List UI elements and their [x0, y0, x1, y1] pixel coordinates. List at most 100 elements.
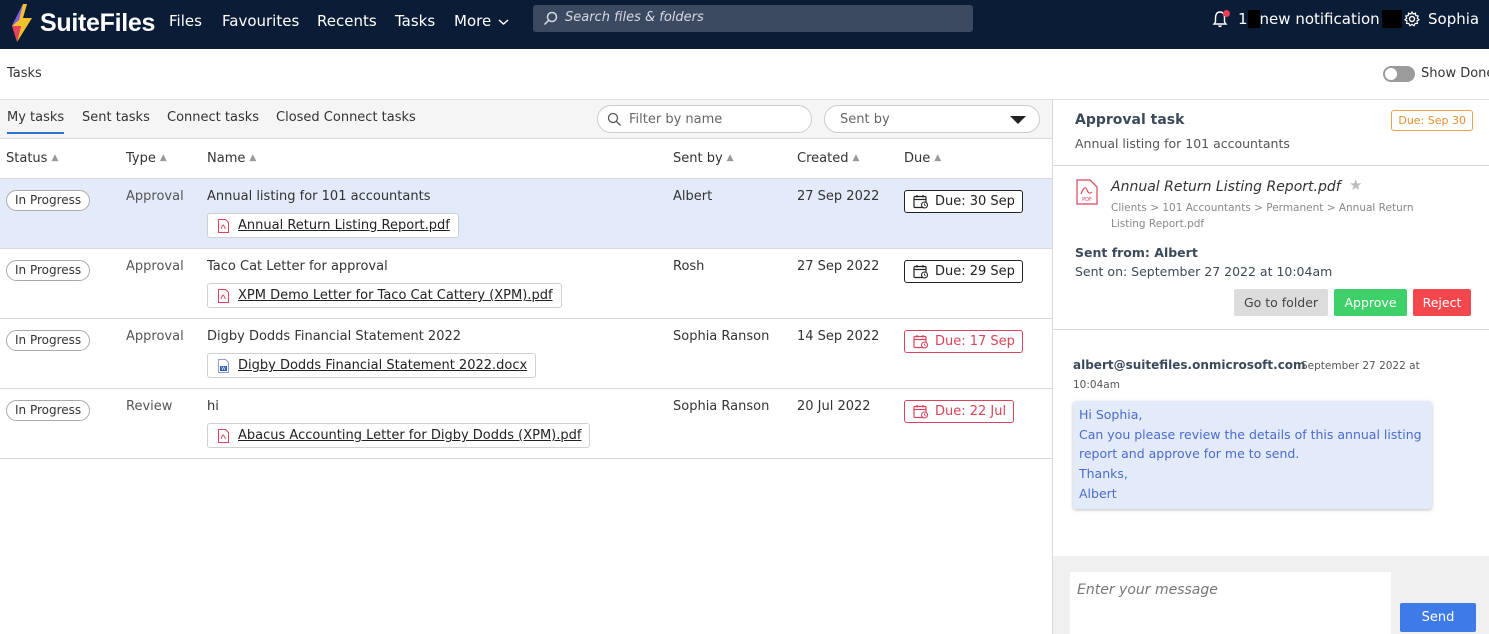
pdf-file-icon — [218, 218, 229, 233]
suitefiles-logo[interactable]: SuiteFiles — [10, 3, 155, 43]
nav-tasks[interactable]: Tasks — [395, 12, 435, 30]
sort-arrow-icon: ▲ — [159, 153, 167, 163]
tab-sent-tasks[interactable]: Sent tasks — [82, 110, 150, 132]
message-line: Hi Sophia, — [1079, 407, 1143, 422]
due-date: Due: 17 Sep — [935, 334, 1015, 349]
column-sent-by[interactable]: Sent by ▲ — [673, 151, 734, 166]
svg-text:W: W — [221, 366, 226, 372]
table-header: Status ▲ Type ▲ Name ▲ Sent by ▲ Created ▲ Du… — [0, 139, 1053, 179]
table-row[interactable]: In Progress Approval Annual listing for … — [0, 179, 1053, 249]
table-row[interactable]: In Progress Review hi Abacus Accounting … — [0, 389, 1053, 459]
created-date: 14 Sep 2022 — [797, 329, 880, 344]
nav-more-label: More — [454, 12, 492, 30]
send-button[interactable]: Send — [1400, 603, 1476, 632]
message-placeholder: Enter your message — [1077, 582, 1218, 598]
nav-favourites[interactable]: Favourites — [222, 12, 299, 30]
message-line: report and approve for me to send. — [1079, 446, 1300, 462]
message-input[interactable]: Enter your message — [1070, 572, 1391, 634]
app-name: SuiteFiles — [40, 8, 156, 37]
task-type: Review — [126, 399, 173, 414]
file-link[interactable]: W Digby Dodds Financial Statement 2022.d… — [207, 353, 537, 378]
global-search-input[interactable]: Search files & folders — [533, 5, 973, 32]
svg-text:PDF: PDF — [1082, 197, 1092, 203]
status-badge: In Progress — [6, 190, 91, 211]
search-placeholder: Search files & folders — [565, 10, 704, 25]
notification-count: 1 — [1238, 10, 1248, 28]
task-detail-panel: Approval task Annual listing for 101 acc… — [1052, 100, 1489, 634]
notifications-button[interactable]: 1 new notification — [1212, 9, 1402, 29]
notification-text: new notification — [1259, 10, 1380, 28]
calendar-icon — [913, 405, 929, 419]
column-due[interactable]: Due ▲ — [904, 151, 941, 166]
sort-arrow-icon: ▲ — [726, 153, 734, 163]
nav-more[interactable]: More — [454, 12, 509, 30]
pdf-file-icon — [218, 428, 229, 443]
tab-my-tasks[interactable]: My tasks — [7, 110, 65, 134]
sent-by-select[interactable]: Sent by — [824, 105, 1040, 133]
sent-by-label: Sent by — [840, 112, 890, 127]
table-row[interactable]: In Progress Approval Taco Cat Letter for… — [0, 249, 1053, 319]
created-date: 27 Sep 2022 — [797, 259, 880, 274]
column-name-label: Name — [207, 151, 246, 166]
task-name: Taco Cat Letter for approval — [207, 259, 388, 274]
nav-recents[interactable]: Recents — [317, 12, 377, 30]
status-badge: In Progress — [6, 260, 91, 281]
approve-button[interactable]: Approve — [1334, 289, 1407, 316]
column-created[interactable]: Created ▲ — [797, 151, 859, 166]
filter-by-name-input[interactable]: Filter by name — [597, 105, 812, 133]
calendar-icon — [913, 265, 929, 279]
notification-dot — [1223, 10, 1230, 17]
file-name: Digby Dodds Financial Statement 2022.doc… — [238, 358, 528, 373]
sort-arrow-icon: ▲ — [51, 153, 59, 163]
created-date: 20 Jul 2022 — [797, 399, 871, 414]
sent-by: Sophia Ranson — [673, 329, 770, 344]
show-done-label: Show Done — [1421, 66, 1489, 81]
file-link[interactable]: XPM Demo Letter for Taco Cat Cattery (XP… — [207, 283, 562, 308]
column-type[interactable]: Type ▲ — [126, 151, 167, 166]
message-bubble: Hi Sophia, Can you please review the det… — [1073, 401, 1432, 509]
file-link[interactable]: Abacus Accounting Letter for Digby Dodds… — [207, 423, 591, 448]
star-icon[interactable]: ★ — [1349, 176, 1362, 194]
reject-button[interactable]: Reject — [1413, 289, 1471, 316]
task-name: Annual listing for 101 accountants — [207, 189, 431, 204]
column-sent-by-label: Sent by — [673, 151, 723, 166]
column-type-label: Type — [126, 151, 156, 166]
message-composer: Enter your message Send — [1053, 556, 1489, 634]
show-done-toggle[interactable] — [1383, 66, 1415, 82]
task-name: Digby Dodds Financial Statement 2022 — [207, 329, 462, 344]
filter-placeholder: Filter by name — [629, 112, 723, 127]
due-badge: Due: 17 Sep — [904, 330, 1023, 353]
task-detail-title: Approval task — [1075, 112, 1185, 128]
sort-arrow-icon: ▲ — [934, 153, 942, 163]
task-detail-subtitle: Annual listing for 101 accountants — [1075, 136, 1290, 151]
nav-files[interactable]: Files — [169, 12, 202, 30]
search-icon — [607, 112, 621, 126]
calendar-icon — [913, 335, 929, 349]
due-date: Due: 22 Jul — [935, 404, 1007, 419]
task-file-section: PDF Annual Return Listing Report.pdf ★ C… — [1053, 166, 1489, 330]
due-badge: Due: 22 Jul — [904, 400, 1015, 423]
due-badge: Due: 30 Sep — [904, 190, 1023, 213]
sent-by: Rosh — [673, 259, 705, 274]
created-date: 27 Sep 2022 — [797, 189, 880, 204]
task-file-name[interactable]: Annual Return Listing Report.pdf — [1111, 179, 1341, 195]
user-menu[interactable]: Sophia — [1404, 10, 1479, 28]
status-badge: In Progress — [6, 400, 91, 421]
tab-connect-tasks[interactable]: Connect tasks — [167, 110, 259, 132]
sent-by: Albert — [673, 189, 713, 204]
file-link[interactable]: Annual Return Listing Report.pdf — [207, 213, 459, 238]
message-line: Thanks, — [1079, 466, 1128, 482]
column-due-label: Due — [904, 151, 931, 166]
table-row[interactable]: In Progress Approval Digby Dodds Financi… — [0, 319, 1053, 389]
sent-by: Sophia Ranson — [673, 399, 770, 414]
task-list-panel: My tasks Sent tasks Connect tasks Closed… — [0, 100, 1053, 634]
tab-closed-connect-tasks[interactable]: Closed Connect tasks — [276, 110, 416, 132]
sort-arrow-icon: ▲ — [852, 153, 860, 163]
column-name[interactable]: Name ▲ — [207, 151, 256, 166]
sort-arrow-icon: ▲ — [249, 153, 257, 163]
message-line: Albert — [1079, 485, 1117, 501]
search-icon — [543, 11, 558, 26]
go-to-folder-button[interactable]: Go to folder — [1234, 289, 1328, 316]
column-status[interactable]: Status ▲ — [6, 151, 58, 166]
task-type: Approval — [126, 329, 184, 344]
